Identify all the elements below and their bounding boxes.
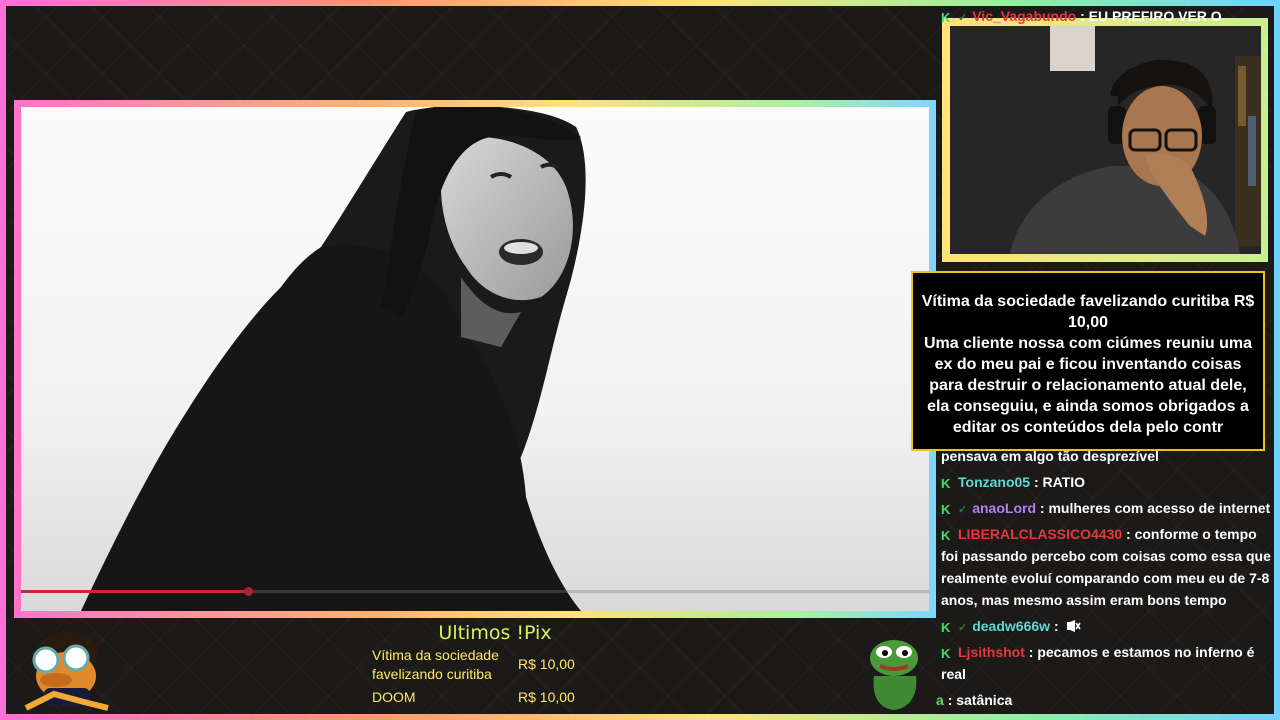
chat-message: K Ljsithshot : pecamos e estamos no infer… (941, 641, 1271, 685)
video-progress-bar[interactable] (21, 587, 929, 596)
chat-text: : mulheres com acesso de internet (1039, 500, 1271, 516)
chat-badge-icon: K (941, 620, 951, 635)
pix-entry-name: Vítima da sociedade favelizando curitiba (372, 647, 499, 682)
chat-message: K ✓ Vic_Vagabundo : EU PREFIRO VER O (941, 5, 1271, 29)
donation-alert-header: Vítima da sociedade favelizando curitiba… (921, 293, 1255, 331)
chat-message: K Tonzano05 : RATIO (941, 471, 1271, 493)
chat-text: : EU PREFIRO VER O (1080, 8, 1222, 24)
video-player[interactable] (21, 107, 929, 611)
chat-text: : satânica (947, 692, 1013, 708)
verified-check-icon: ✓ (958, 12, 968, 24)
chat-text: : (1053, 618, 1059, 634)
chat-username[interactable]: Ljsithshot (958, 644, 1025, 660)
chat-message: a : satânica (936, 689, 1266, 711)
chat-username[interactable]: anaoLord (972, 500, 1036, 516)
donation-alert: Vítima da sociedade favelizando curitiba… (911, 271, 1265, 451)
chat-username[interactable]: a (936, 692, 944, 708)
verified-check-icon: ✓ (958, 504, 968, 516)
chat-badge-icon: K (941, 646, 951, 661)
chat-badge-icon: K (941, 528, 951, 543)
video-scrubber-handle[interactable] (244, 587, 253, 596)
mascot-character-icon (24, 632, 109, 711)
music-video-frame (21, 107, 929, 611)
video-progress-fill (21, 590, 248, 593)
chat-badge-icon: K (941, 10, 951, 25)
chat-badge-icon: K (941, 502, 951, 517)
pix-entry-amount: R$ 10,00 (518, 689, 575, 705)
pepe-frog-icon (870, 640, 918, 710)
muted-speaker-icon (1066, 620, 1081, 632)
verified-check-icon: ✓ (958, 622, 968, 634)
chat-username[interactable]: LIBERALCLASSICO4430 (958, 526, 1122, 542)
chat-message: K ✓ anaoLord : mulheres com acesso de inte… (941, 497, 1271, 521)
pix-title: Ultimos !Pix (438, 622, 552, 644)
chat-badge-icon: K (941, 476, 951, 491)
chat-text: : RATIO (1033, 474, 1086, 490)
chat-message: K LIBERALCLASSICO4430 : conforme o tempo … (941, 523, 1271, 611)
pix-entry-amount: R$ 10,00 (518, 656, 575, 672)
donation-alert-message: Uma cliente nossa com ciúmes reuniu uma … (923, 335, 1253, 436)
chat-username[interactable]: Vic_Vagabundo (972, 8, 1076, 24)
chat-message: K ✓ deadw666w : (941, 615, 1271, 639)
chat-username[interactable]: Tonzano05 (958, 474, 1030, 490)
pix-entry-name: DOOM (372, 689, 416, 705)
chat-username[interactable]: deadw666w (972, 618, 1050, 634)
